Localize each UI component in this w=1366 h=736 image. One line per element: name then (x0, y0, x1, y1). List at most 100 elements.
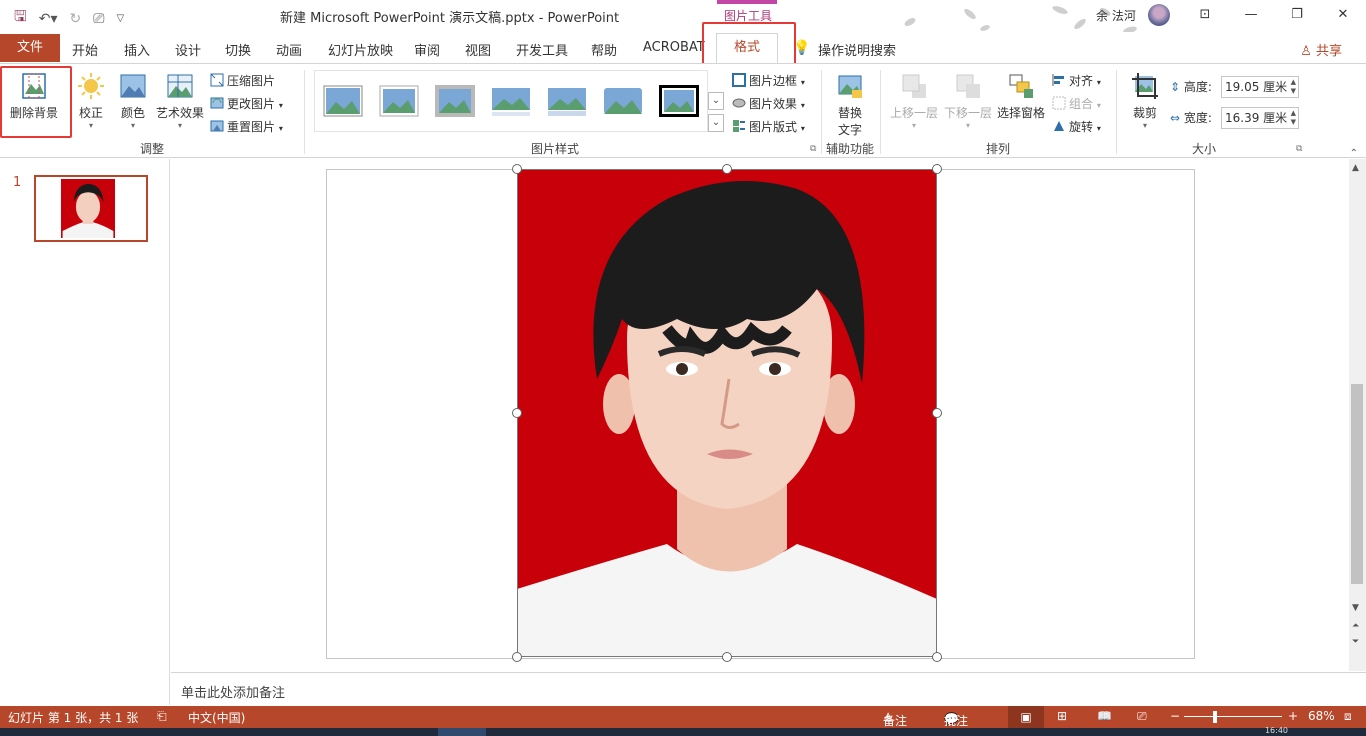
bring-forward-button[interactable]: 上移一层 ▾ (888, 72, 940, 130)
tab-home[interactable]: 开始 (72, 40, 98, 59)
gallery-expand-icon[interactable]: ⌄ (708, 114, 724, 132)
resize-handle-top-left[interactable] (512, 164, 522, 174)
selection-pane-button[interactable]: 选择窗格 (995, 72, 1047, 121)
tab-insert[interactable]: 插入 (124, 40, 150, 59)
width-spinner-icon[interactable]: ▲ ▼ (1291, 109, 1296, 127)
picture-style-1[interactable] (322, 84, 364, 118)
crop-button[interactable]: 裁剪 ▾ (1126, 72, 1164, 130)
tab-help[interactable]: 帮助 (591, 40, 617, 59)
picture-border-icon (732, 73, 746, 87)
collapse-ribbon-icon[interactable]: ⌃ (1350, 148, 1358, 159)
picture-style-2[interactable] (378, 84, 420, 118)
previous-slide-icon[interactable]: ⏶ (1352, 621, 1359, 631)
artistic-effects-button[interactable]: 艺术效果 ▾ (154, 72, 206, 130)
artistic-effects-icon (166, 72, 194, 100)
tab-acrobat[interactable]: ACROBAT (643, 40, 705, 55)
align-icon (1052, 74, 1064, 86)
tab-review[interactable]: 审阅 (414, 40, 440, 59)
tab-slideshow[interactable]: 幻灯片放映 (328, 40, 393, 59)
fit-slide-icon[interactable]: ⧈ (1344, 709, 1352, 724)
redo-icon[interactable]: ↻ (70, 11, 82, 27)
scrollbar-thumb[interactable] (1351, 384, 1363, 584)
color-button[interactable]: 颜色 ▾ (116, 72, 150, 130)
compress-pictures-button[interactable]: 压缩图片 (210, 72, 275, 89)
picture-styles-launcher-icon[interactable]: ⧉ (810, 144, 816, 154)
resize-handle-bottom[interactable] (722, 652, 732, 662)
vertical-scrollbar[interactable]: ▲ ▼ ⏶ ⏷ (1349, 159, 1366, 671)
align-button[interactable]: 对齐 ▾ (1052, 72, 1101, 89)
scroll-down-icon[interactable]: ▼ (1352, 603, 1359, 613)
zoom-out-button[interactable]: − (1170, 709, 1180, 723)
zoom-slider-thumb[interactable] (1213, 711, 1217, 723)
height-spinner-icon[interactable]: ▲ ▼ (1291, 78, 1296, 96)
picture-layout-button[interactable]: 图片版式 ▾ (732, 118, 805, 135)
notes-pane[interactable]: 单击此处添加备注 (171, 672, 1366, 706)
picture-border-button[interactable]: 图片边框 ▾ (732, 72, 805, 89)
corrections-button[interactable]: 校正 ▾ (74, 72, 108, 130)
language-indicator[interactable]: 中文(中国) (188, 709, 245, 726)
present-from-start-icon[interactable]: ⎚ (93, 11, 104, 27)
zoom-level[interactable]: 68% (1308, 709, 1335, 723)
customize-qat-icon[interactable]: ▽ (116, 13, 124, 24)
width-input[interactable]: 16.39 厘米 ▲ ▼ (1221, 107, 1299, 129)
slideshow-icon[interactable]: ⎚ (1137, 709, 1147, 724)
user-name[interactable]: 余 法河 (1096, 7, 1136, 24)
resize-handle-right[interactable] (932, 408, 942, 418)
width-label: ⇔ 宽度: (1170, 111, 1212, 125)
resize-handle-top-right[interactable] (932, 164, 942, 174)
share-button[interactable]: ♙ 共享 (1300, 40, 1342, 59)
tab-design[interactable]: 设计 (175, 40, 201, 59)
selection-frame (517, 169, 937, 657)
alt-text-button[interactable]: 替换 文字 (832, 72, 868, 138)
resize-handle-top[interactable] (722, 164, 732, 174)
ribbon-display-options-icon[interactable]: ⊡ (1182, 0, 1228, 30)
tab-developer[interactable]: 开发工具 (516, 40, 568, 59)
send-backward-button[interactable]: 下移一层 ▾ (942, 72, 994, 130)
normal-view-icon[interactable]: ▣ (1008, 706, 1044, 728)
picture-layout-icon (733, 120, 745, 132)
person-icon: ♙ (1300, 44, 1312, 59)
tab-view[interactable]: 视图 (465, 40, 491, 59)
slide-thumbnail-1[interactable] (34, 175, 148, 242)
restore-icon[interactable]: ❐ (1274, 0, 1320, 30)
scroll-up-icon[interactable]: ▲ (1352, 163, 1359, 173)
picture-style-7[interactable] (658, 84, 700, 118)
resize-handle-bottom-right[interactable] (932, 652, 942, 662)
save-icon[interactable]: 🖫 (14, 6, 27, 31)
tab-file[interactable]: 文件 (0, 34, 60, 62)
taskbar-active-app[interactable] (438, 728, 486, 736)
tell-me-search[interactable]: 操作说明搜索 (818, 40, 896, 59)
group-button[interactable]: 组合 ▾ (1052, 95, 1101, 112)
change-picture-button[interactable]: 更改图片 ▾ (210, 95, 283, 112)
gallery-more-icon[interactable]: ⌄ (708, 92, 724, 110)
user-avatar[interactable] (1148, 4, 1170, 26)
zoom-slider-track[interactable] (1184, 716, 1282, 717)
picture-style-6[interactable] (602, 84, 644, 118)
slide-sorter-icon[interactable]: ⊞ (1057, 709, 1067, 723)
picture-style-3[interactable] (434, 84, 476, 118)
picture-style-5[interactable] (546, 84, 588, 118)
reading-view-icon[interactable]: 📖 (1097, 709, 1112, 723)
picture-effects-button[interactable]: 图片效果 ▾ (732, 95, 805, 112)
ribbon-tabs: 文件 开始 插入 设计 切换 动画 幻灯片放映 审阅 视图 开发工具 帮助 AC… (0, 32, 1366, 64)
tab-transitions[interactable]: 切换 (225, 40, 251, 59)
minimize-icon[interactable]: — (1228, 0, 1274, 30)
resize-handle-left[interactable] (512, 408, 522, 418)
zoom-in-button[interactable]: + (1288, 709, 1298, 723)
tab-animations[interactable]: 动画 (276, 40, 302, 59)
reset-picture-button[interactable]: 重置图片 ▾ (210, 118, 283, 135)
resize-handle-bottom-left[interactable] (512, 652, 522, 662)
size-launcher-icon[interactable]: ⧉ (1296, 144, 1302, 154)
close-icon[interactable]: ✕ (1320, 0, 1366, 30)
group-label-arrange: 排列 (986, 142, 1011, 156)
next-slide-icon[interactable]: ⏷ (1352, 637, 1359, 647)
alt-text-icon (836, 72, 864, 100)
change-picture-icon (210, 97, 224, 109)
picture-style-4[interactable] (490, 84, 532, 118)
accessibility-check-icon[interactable]: ⎗ (157, 709, 167, 724)
rotate-button[interactable]: 旋转 ▾ (1052, 118, 1101, 135)
undo-icon[interactable]: ↶▾ (39, 11, 58, 27)
height-input[interactable]: 19.05 厘米 ▲ ▼ (1221, 76, 1299, 98)
bring-forward-icon (900, 72, 928, 100)
highlight-remove-background (0, 66, 72, 138)
